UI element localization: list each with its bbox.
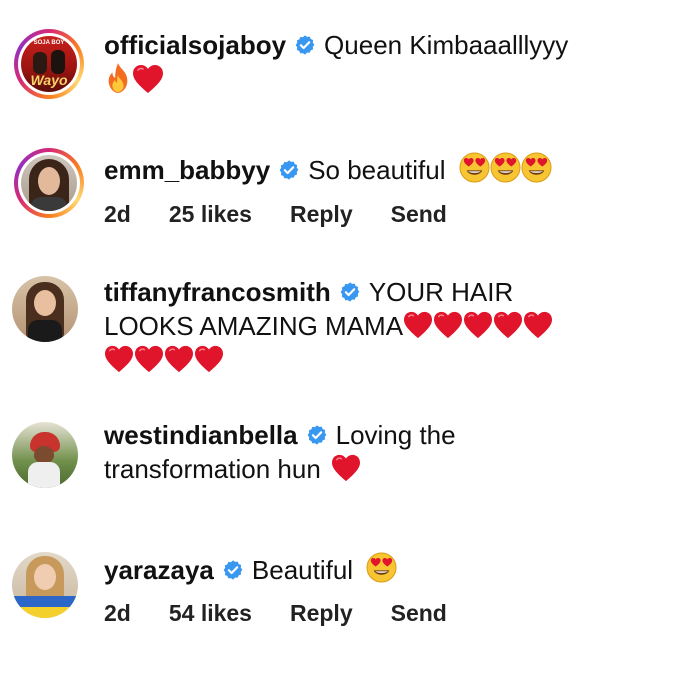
comment-username[interactable]: westindianbella [104, 420, 298, 450]
heart-emoji-icon [164, 345, 194, 373]
fire-emoji-icon [104, 62, 132, 94]
verified-badge-icon [306, 424, 328, 446]
heart-eyes-emoji-icon [366, 552, 397, 583]
heart-eyes-emoji-icon [521, 152, 552, 183]
comment-meta: 2d 25 likes Reply Send [104, 201, 485, 228]
avatar[interactable] [12, 422, 78, 488]
verified-badge-icon [339, 281, 361, 303]
heart-emoji-icon [433, 311, 463, 339]
comment-item: yarazaya Beautiful 2d 54 likes Reply Send [0, 520, 680, 675]
heart-emoji-icon [523, 311, 553, 339]
comment-text: Beautiful [251, 555, 354, 585]
comment-username[interactable]: emm_babbyy [104, 155, 270, 185]
comment-body: tiffanyfrancosmith YOUR HAIR LOOKS AMAZIN… [104, 275, 620, 377]
comment-text: Queen Kimbaaalllyyy [324, 30, 569, 60]
avatar[interactable] [12, 276, 78, 342]
comment-likes[interactable]: 54 likes [169, 600, 252, 626]
comment-time: 2d [104, 201, 131, 227]
heart-emoji-icon [403, 311, 433, 339]
avatar[interactable] [12, 552, 78, 618]
heart-emoji-icon [463, 311, 493, 339]
heart-emoji-icon [331, 454, 361, 482]
verified-badge-icon [222, 559, 244, 581]
reply-button[interactable]: Reply [290, 201, 353, 227]
heart-eyes-emoji-icon [490, 152, 521, 183]
comment-item: emm_babbyy So beautiful 2d 25 likes Reply Se… [0, 110, 680, 240]
send-button[interactable]: Send [391, 201, 447, 227]
heart-emoji-icon [104, 345, 134, 373]
heart-emoji-icon [134, 345, 164, 373]
comment-body: westindianbella Loving the transformation… [104, 418, 620, 486]
comment-username[interactable]: tiffanyfrancosmith [104, 277, 331, 307]
comment-item: westindianbella Loving the transformation… [0, 390, 680, 520]
heart-emoji-icon [194, 345, 224, 373]
avatar[interactable]: Wayo SOJA BOY [14, 29, 84, 99]
verified-badge-icon [278, 159, 300, 181]
avatar-sublabel: SOJA BOY [33, 40, 65, 46]
heart-eyes-emoji-icon [459, 152, 490, 183]
comment-text-line2: transformation hun [104, 454, 321, 484]
comment-username[interactable]: yarazaya [104, 555, 214, 585]
reply-button[interactable]: Reply [290, 600, 353, 626]
heart-emoji-icon [132, 64, 164, 94]
send-button[interactable]: Send [391, 600, 447, 626]
comment-body: emm_babbyy So beautiful [104, 152, 620, 187]
comment-body: yarazaya Beautiful [104, 552, 620, 587]
avatar-logo-text: Wayo [30, 72, 68, 88]
verified-badge-icon [294, 34, 316, 56]
comment-item: tiffanyfrancosmith YOUR HAIR LOOKS AMAZIN… [0, 240, 680, 390]
comment-username[interactable]: officialsojaboy [104, 30, 286, 60]
avatar[interactable] [14, 148, 84, 218]
comment-item: Wayo SOJA BOY officialsojaboy Queen Kimba… [0, 0, 680, 110]
comment-body: officialsojaboy Queen Kimbaaalllyyy [104, 28, 620, 98]
heart-emoji-icon [493, 311, 523, 339]
comment-meta: 2d 54 likes Reply Send [104, 600, 485, 627]
comment-text-line2: LOOKS AMAZING MAMA [104, 311, 404, 341]
comment-time: 2d [104, 600, 131, 626]
comment-text-line1: YOUR HAIR [368, 277, 514, 307]
comment-text-line1: Loving the [335, 420, 456, 450]
comment-text: So beautiful [308, 155, 446, 185]
comment-likes[interactable]: 25 likes [169, 201, 252, 227]
